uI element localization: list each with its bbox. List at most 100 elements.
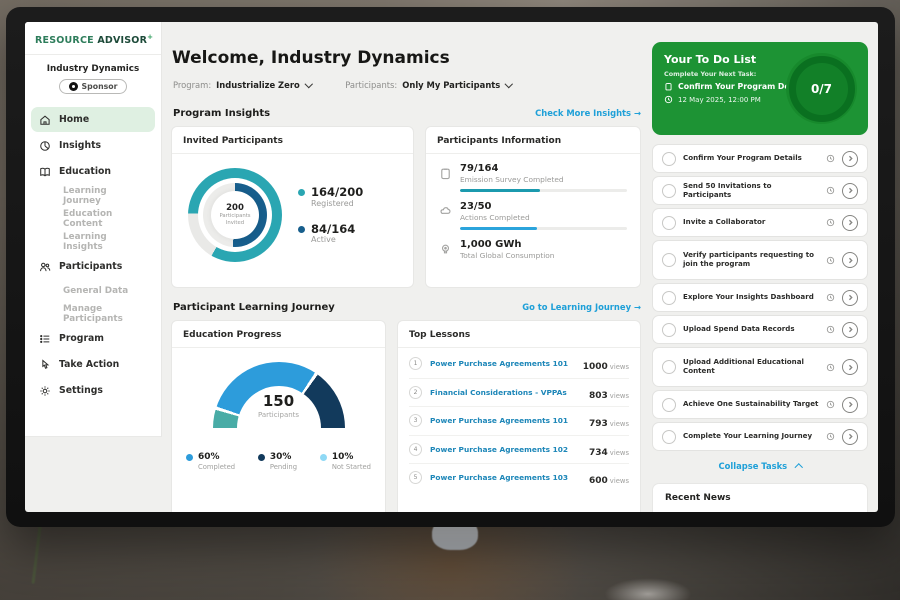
- lesson-views-label: views: [610, 392, 629, 400]
- lesson-link[interactable]: Power Purchase Agreements 103: [430, 473, 581, 482]
- clock-icon: [826, 154, 835, 163]
- home-icon: [39, 114, 51, 126]
- sidebar-item-learning-journey[interactable]: Learning Journey: [31, 185, 155, 207]
- legend-dot: [320, 454, 327, 461]
- sidebar-item-label: Learning Insights: [63, 232, 147, 252]
- task-row[interactable]: Confirm Your Program Details: [652, 144, 868, 173]
- program-select-value: Industrialize Zero: [216, 80, 300, 90]
- check-more-insights-link[interactable]: Check More Insights →: [481, 108, 641, 118]
- chevron-right-icon: [847, 294, 854, 301]
- task-go-button[interactable]: [842, 183, 858, 199]
- sidebar-item-program[interactable]: Program: [31, 326, 155, 351]
- program-select[interactable]: Program:Industrialize Zero: [173, 80, 311, 90]
- sponsor-icon: [69, 82, 78, 91]
- clock-icon: [664, 95, 673, 104]
- stat-value: 1,000 GWh: [460, 239, 554, 251]
- invited-participants-card: Invited Participants 200 Participants In…: [171, 126, 414, 288]
- task-checkbox[interactable]: [662, 184, 676, 198]
- legend-label: Completed: [198, 463, 235, 471]
- task-row[interactable]: Upload Spend Data Records: [652, 315, 868, 344]
- sidebar-item-manage-participants[interactable]: Manage Participants: [31, 303, 155, 325]
- sidebar-item-insights[interactable]: Insights: [31, 133, 155, 158]
- logo-secondary: ADVISOR: [97, 35, 147, 46]
- sidebar-item-education-content[interactable]: Education Content: [31, 208, 155, 230]
- lesson-row[interactable]: 1 Power Purchase Agreements 101 1000view…: [409, 350, 629, 379]
- list-icon: [39, 333, 51, 345]
- sidebar-item-participants[interactable]: Participants: [31, 254, 155, 279]
- lesson-row[interactable]: 2 Financial Considerations - VPPAs 803vi…: [409, 379, 629, 408]
- actions-completed-progress-bar: [460, 227, 627, 230]
- task-row[interactable]: Send 50 Invitations to Participants: [652, 176, 868, 205]
- legend-label: Not Started: [332, 463, 371, 471]
- sidebar-item-settings[interactable]: Settings: [31, 378, 155, 403]
- task-go-button[interactable]: [842, 429, 858, 445]
- task-row[interactable]: Explore Your Insights Dashboard: [652, 283, 868, 312]
- task-go-button[interactable]: [842, 151, 858, 167]
- top-lessons-list: 1 Power Purchase Agreements 101 1000view…: [398, 348, 640, 494]
- task-checkbox[interactable]: [662, 323, 676, 337]
- lesson-row[interactable]: 3 Power Purchase Agreements 101 793views: [409, 407, 629, 436]
- lesson-link[interactable]: Power Purchase Agreements 101: [430, 416, 581, 425]
- sidebar-item-label: Participants: [59, 261, 122, 272]
- lesson-link[interactable]: Power Purchase Agreements 101: [430, 359, 575, 368]
- donut-center-value: 200: [226, 203, 244, 213]
- legend-item-registered: 164/200 Registered: [298, 186, 363, 208]
- task-checkbox[interactable]: [662, 216, 676, 230]
- clipboard-icon: [439, 167, 452, 180]
- task-checkbox[interactable]: [662, 360, 676, 374]
- task-go-button[interactable]: [842, 322, 858, 338]
- todo-summary-card: Your To Do List Complete Your Next Task:…: [652, 42, 868, 135]
- page-title: Welcome, Industry Dynamics: [172, 48, 450, 68]
- task-go-button[interactable]: [842, 397, 858, 413]
- sidebar-item-general-data[interactable]: General Data: [31, 280, 155, 302]
- task-row[interactable]: Achieve One Sustainability Target: [652, 390, 868, 419]
- task-label: Verify participants requesting to join t…: [683, 251, 819, 269]
- insights-icon: [39, 140, 51, 152]
- task-row[interactable]: Invite a Collaborator: [652, 208, 868, 237]
- lesson-link[interactable]: Financial Considerations - VPPAs: [430, 388, 581, 397]
- stat-total-consumption: 1,000 GWh Total Global Consumption: [439, 239, 627, 260]
- logo-plus: +: [147, 33, 153, 41]
- task-row[interactable]: Upload Additional Educational Content: [652, 347, 868, 387]
- task-go-button[interactable]: [842, 215, 858, 231]
- task-go-button[interactable]: [842, 290, 858, 306]
- sidebar-item-label: Program: [59, 333, 104, 344]
- task-checkbox[interactable]: [662, 291, 676, 305]
- task-label: Achieve One Sustainability Target: [683, 400, 819, 409]
- lesson-row[interactable]: 5 Power Purchase Agreements 103 600views: [409, 464, 629, 492]
- task-checkbox[interactable]: [662, 152, 676, 166]
- sidebar-item-take-action[interactable]: Take Action: [31, 352, 155, 377]
- task-go-button[interactable]: [842, 359, 858, 375]
- sidebar-item-learning-insights[interactable]: Learning Insights: [31, 231, 155, 253]
- sidebar-item-education[interactable]: Education: [31, 159, 155, 184]
- card-title: Top Lessons: [398, 321, 640, 348]
- task-checkbox[interactable]: [662, 398, 676, 412]
- task-row[interactable]: Complete Your Learning Journey: [652, 422, 868, 451]
- dashboard-screen: RESOURCE ADVISOR+ Industry Dynamics Spon…: [25, 22, 878, 512]
- task-label: Invite a Collaborator: [683, 218, 819, 227]
- legend-dot: [186, 454, 193, 461]
- gear-icon: [39, 385, 51, 397]
- chevron-right-icon: [847, 433, 854, 440]
- lesson-views-label: views: [610, 449, 629, 457]
- lesson-views-label: views: [610, 477, 629, 485]
- go-to-learning-journey-link[interactable]: Go to Learning Journey →: [481, 302, 641, 312]
- lesson-row[interactable]: 4 Power Purchase Agreements 102 734views: [409, 436, 629, 465]
- chevron-right-icon: [847, 155, 854, 162]
- task-row[interactable]: Verify participants requesting to join t…: [652, 240, 868, 280]
- stat-value: 23/50: [460, 201, 530, 213]
- collapse-tasks-link[interactable]: Collapse Tasks: [652, 461, 868, 471]
- program-insights-title: Program Insights: [173, 108, 270, 119]
- sidebar-item-home[interactable]: Home: [31, 107, 155, 132]
- lesson-views: 734: [589, 448, 608, 458]
- participants-select[interactable]: Participants:Only My Participants: [345, 80, 512, 90]
- task-checkbox[interactable]: [662, 253, 676, 267]
- logo-primary: RESOURCE: [35, 35, 94, 46]
- legend-dot: [298, 189, 305, 196]
- sidebar-item-label: Learning Journey: [63, 186, 147, 206]
- task-checkbox[interactable]: [662, 430, 676, 444]
- task-go-button[interactable]: [842, 252, 858, 268]
- card-title: Education Progress: [172, 321, 385, 348]
- monitor-bezel: RESOURCE ADVISOR+ Industry Dynamics Spon…: [6, 7, 895, 527]
- lesson-link[interactable]: Power Purchase Agreements 102: [430, 445, 581, 454]
